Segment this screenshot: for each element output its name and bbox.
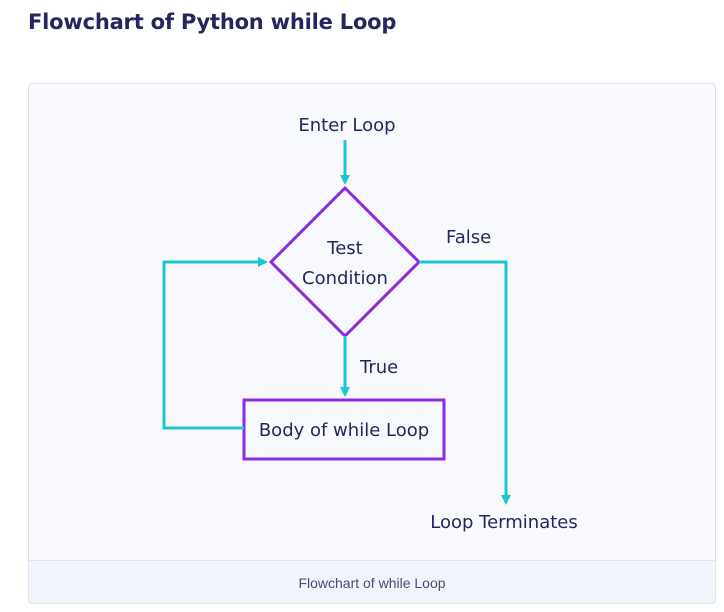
loop-body-label: Body of while Loop (259, 420, 429, 441)
false-label: False (446, 227, 491, 248)
page-title: Flowchart of Python while Loop (28, 10, 397, 34)
loop-terminates-label: Loop Terminates (430, 512, 577, 533)
figure-card: Enter Loop Test Condition False True Bod… (28, 83, 716, 604)
flowchart-svg: Enter Loop Test Condition False True Bod… (162, 115, 578, 533)
arrow-false-to-terminate (419, 260, 511, 505)
test-condition-label-line2: Condition (302, 268, 388, 289)
enter-loop-label: Enter Loop (298, 115, 395, 136)
test-condition-diamond (268, 185, 422, 339)
figure-caption: Flowchart of while Loop (298, 574, 446, 591)
test-condition-label-line1: Test (326, 238, 362, 259)
arrow-body-back-to-condition (162, 257, 268, 430)
figure-caption-bar: Flowchart of while Loop (29, 560, 715, 603)
page: Flowchart of Python while Loop Enter Loo… (0, 0, 724, 612)
true-label: True (359, 357, 398, 378)
flowchart-diagram: Enter Loop Test Condition False True Bod… (29, 84, 715, 560)
